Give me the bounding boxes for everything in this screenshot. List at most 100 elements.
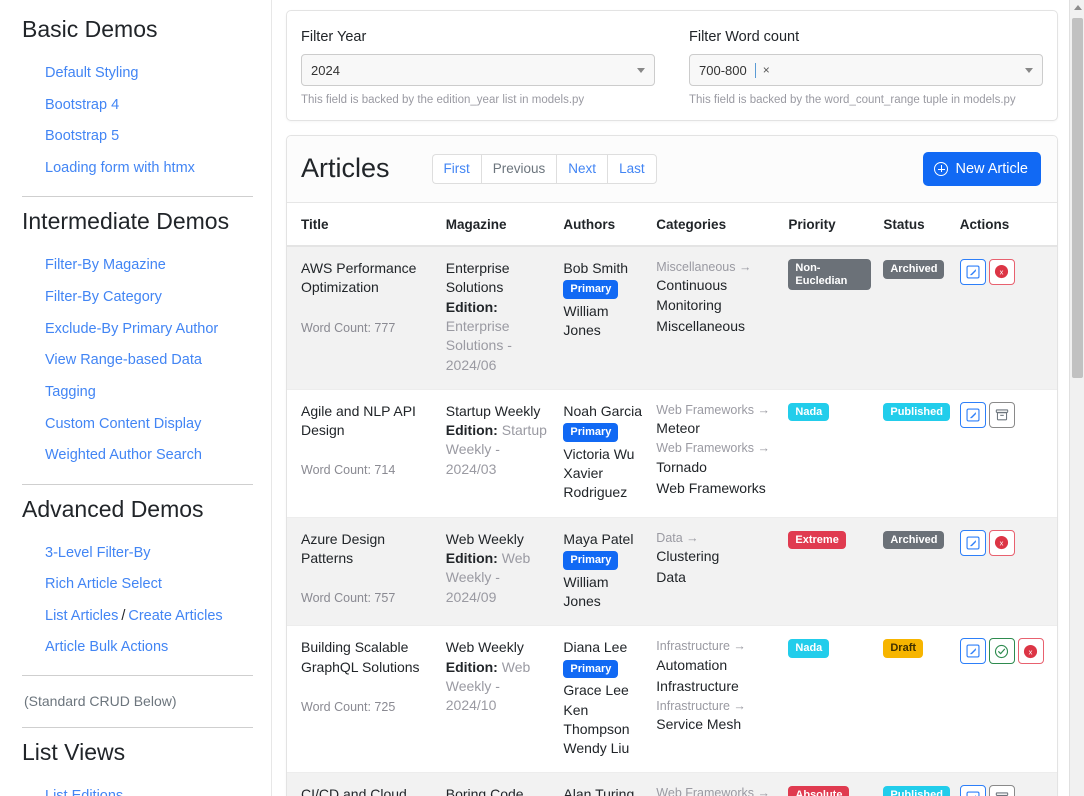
sidebar-item-tagging[interactable]: Tagging xyxy=(22,377,253,409)
sidebar-item-weighted-author-search[interactable]: Weighted Author Search xyxy=(22,440,253,472)
category-entry: Web Frameworks →Meteor xyxy=(656,402,776,439)
cell-categories: Miscellaneous →Continuous MonitoringMisc… xyxy=(650,246,782,389)
archive-button[interactable] xyxy=(989,785,1015,796)
sidebar-item-create-articles[interactable]: Create Articles xyxy=(128,608,222,624)
chevron-down-icon xyxy=(1025,68,1033,73)
plus-circle-icon xyxy=(934,162,948,176)
author-name: Wendy Liu xyxy=(563,739,644,758)
sidebar-item-custom-content-display[interactable]: Custom Content Display xyxy=(22,408,253,440)
category-leaf: Tornado xyxy=(656,458,776,477)
action-button-group: x xyxy=(960,259,1051,285)
cell-title: CI/CD and Cloud Computing Technical Debt… xyxy=(287,773,440,796)
edit-button[interactable] xyxy=(960,259,986,285)
sidebar-item-exclude-by-primary-author[interactable]: Exclude-By Primary Author xyxy=(22,313,253,345)
category-leaf: Clustering xyxy=(656,547,776,566)
filter-word-count-label: Filter Word count xyxy=(689,29,1043,45)
articles-table: Title Magazine Authors Categories Priori… xyxy=(287,203,1057,796)
sidebar-item-3-level-filter-by[interactable]: 3-Level Filter-By xyxy=(22,537,253,569)
category-parent: Data → xyxy=(656,530,776,547)
scroll-up-arrow-icon[interactable] xyxy=(1070,0,1084,15)
delete-button[interactable]: x xyxy=(989,530,1015,556)
author-name: William Jones xyxy=(563,302,644,341)
sidebar-item-article-bulk-actions[interactable]: Article Bulk Actions xyxy=(22,632,253,664)
edition-label: Edition: xyxy=(446,550,502,566)
priority-badge: Extreme xyxy=(788,531,845,550)
new-article-button[interactable]: New Article xyxy=(923,152,1041,186)
author-name: Xavier Rodriguez xyxy=(563,464,644,503)
sidebar-item-loading-form-with-htmx[interactable]: Loading form with htmx xyxy=(22,153,253,185)
magazine-name: Web Weekly xyxy=(446,530,552,549)
edit-button[interactable] xyxy=(960,785,986,796)
column-header-categories: Categories xyxy=(650,203,782,246)
clear-icon[interactable]: × xyxy=(763,64,770,76)
category-leaf: Automation xyxy=(656,656,776,675)
sidebar-item-filter-by-magazine[interactable]: Filter-By Magazine xyxy=(22,250,253,282)
pagination-next[interactable]: Next xyxy=(556,154,607,185)
edit-button[interactable] xyxy=(960,402,986,428)
edition-label: Edition: xyxy=(446,422,502,438)
cell-categories: Infrastructure →Automation Infrastructure… xyxy=(650,626,782,773)
category-parent: Infrastructure → xyxy=(656,638,776,655)
archive-button[interactable] xyxy=(989,402,1015,428)
sidebar-item-rich-article-select[interactable]: Rich Article Select xyxy=(22,569,253,601)
author-name: Ken Thompson xyxy=(563,701,644,740)
filter-year-group: Filter Year 2024 This field is backed by… xyxy=(301,29,655,108)
sidebar-item-view-range-based-data[interactable]: View Range-based Data xyxy=(22,345,253,377)
cell-priority: Nada xyxy=(782,626,877,773)
pagination-first[interactable]: First xyxy=(432,154,481,185)
sidebar-item-list-editions[interactable]: List Editions xyxy=(22,781,253,796)
category-entry: Web Frameworks →Tornado xyxy=(656,440,776,477)
table-row: Agile and NLP API DesignWord Count: 714S… xyxy=(287,389,1057,517)
sidebar-item-filter-by-category[interactable]: Filter-By Category xyxy=(22,282,253,314)
cell-title: AWS Performance OptimizationWord Count: … xyxy=(287,246,440,389)
archive-icon xyxy=(995,791,1009,796)
pagination-previous[interactable]: Previous xyxy=(481,154,557,185)
delete-icon: x xyxy=(1023,644,1038,659)
pagination-last[interactable]: Last xyxy=(607,154,657,185)
category-leaf: Continuous Monitoring xyxy=(656,276,776,315)
sidebar-item-list-articles[interactable]: List Articles xyxy=(45,608,118,624)
magazine-name: Enterprise Solutions xyxy=(446,259,552,298)
table-row: Azure Design PatternsWord Count: 757Web … xyxy=(287,517,1057,626)
delete-button[interactable]: x xyxy=(989,259,1015,285)
author-name: Grace Lee xyxy=(563,681,644,700)
delete-button[interactable]: x xyxy=(1018,638,1044,664)
filter-year-label: Filter Year xyxy=(301,29,655,45)
page-title: Articles xyxy=(301,155,390,182)
articles-table-head: Title Magazine Authors Categories Priori… xyxy=(287,203,1057,246)
cell-authors: Noah GarciaPrimaryVictoria WuXavier Rodr… xyxy=(557,389,650,517)
edit-button[interactable] xyxy=(960,638,986,664)
svg-text:x: x xyxy=(1029,647,1033,656)
category-entry: Infrastructure →Service Mesh xyxy=(656,698,776,735)
edit-button[interactable] xyxy=(960,530,986,556)
category-leaf: Miscellaneous xyxy=(656,317,776,336)
author-name: Diana Lee xyxy=(563,638,644,657)
filter-year-value: 2024 xyxy=(311,63,340,78)
approve-button[interactable] xyxy=(989,638,1015,664)
filter-word-count-select[interactable]: 700-800 × xyxy=(689,54,1043,86)
category-entry: Infrastructure xyxy=(656,677,776,696)
priority-badge: Non-Eucledian xyxy=(788,259,871,290)
category-entry: Web Frameworks xyxy=(656,479,776,498)
magazine-edition: Edition: Enterprise Solutions - 2024/06 xyxy=(446,298,552,375)
svg-text:x: x xyxy=(1000,268,1004,277)
sidebar-item-bootstrap-4[interactable]: Bootstrap 4 xyxy=(22,89,253,121)
cell-status: Archived xyxy=(877,246,953,389)
sidebar-crud-note: (Standard CRUD Below) xyxy=(22,687,253,715)
sidebar-item-default-styling[interactable]: Default Styling xyxy=(22,58,253,90)
magazine-edition: Edition: Startup Weekly - 2024/03 xyxy=(446,421,552,479)
cell-status: Published xyxy=(877,389,953,517)
scrollbar-thumb[interactable] xyxy=(1072,18,1083,378)
status-badge: Archived xyxy=(883,531,944,550)
table-row: AWS Performance OptimizationWord Count: … xyxy=(287,246,1057,389)
action-button-group: x xyxy=(960,530,1051,556)
article-word-count: Word Count: 725 xyxy=(301,699,434,716)
sidebar-heading-intermediate-demos: Intermediate Demos xyxy=(22,208,253,236)
archive-icon xyxy=(995,408,1009,422)
filter-year-select[interactable]: 2024 xyxy=(301,54,655,86)
sidebar-item-bootstrap-5[interactable]: Bootstrap 5 xyxy=(22,121,253,153)
cell-title: Agile and NLP API DesignWord Count: 714 xyxy=(287,389,440,517)
primary-author-badge: Primary xyxy=(563,660,618,679)
vertical-scrollbar[interactable] xyxy=(1069,0,1084,796)
svg-text:x: x xyxy=(1000,539,1004,548)
